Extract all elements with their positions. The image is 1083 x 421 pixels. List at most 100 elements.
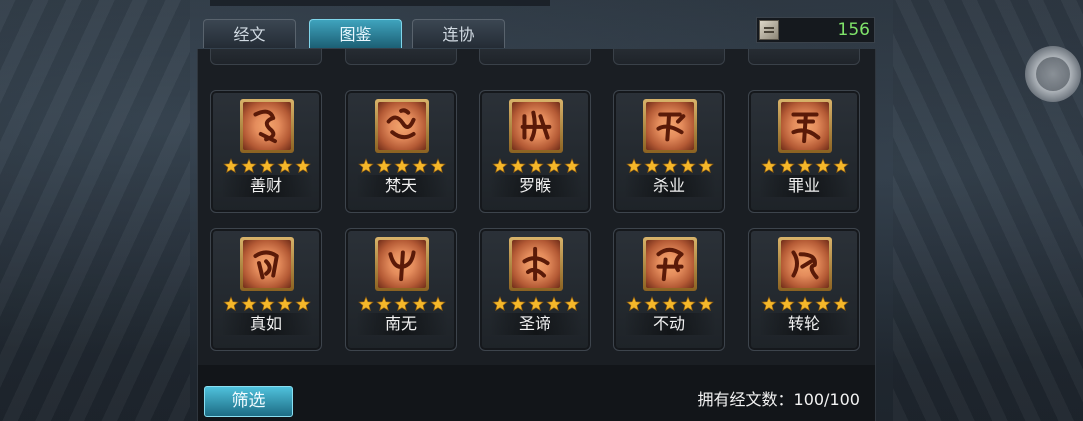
rune-icon <box>375 237 429 291</box>
star-icon <box>564 296 580 312</box>
rune-icon <box>643 237 697 291</box>
star-icon <box>412 296 428 312</box>
left-decoration <box>0 0 190 421</box>
star-icon <box>626 296 642 312</box>
collection-card[interactable]: 罪业 <box>748 90 860 213</box>
top-text-strip <box>210 0 550 6</box>
currency-count: 156 <box>837 20 870 40</box>
star-icon <box>833 158 849 174</box>
filter-button[interactable]: 筛选 <box>204 386 293 417</box>
star-icon <box>546 158 562 174</box>
rune-icon <box>778 99 832 153</box>
star-icon <box>626 158 642 174</box>
star-icon <box>644 158 660 174</box>
card-name: 真如 <box>249 314 282 333</box>
star-icon <box>528 296 544 312</box>
scroll-icon <box>759 20 779 40</box>
collection-card[interactable]: 不动 <box>613 228 725 351</box>
star-rating <box>223 296 311 312</box>
card-name: 不动 <box>652 314 685 333</box>
star-rating <box>492 296 580 312</box>
rune-icon <box>778 237 832 291</box>
collection-card[interactable]: 南无 <box>345 228 457 351</box>
collection-card[interactable]: 善财 <box>210 90 322 213</box>
rune-icon <box>240 237 294 291</box>
partial-card <box>613 49 725 65</box>
star-rating <box>358 296 446 312</box>
tab-collection[interactable]: 图鉴 <box>309 19 402 48</box>
owned-count: 拥有经文数：100/100 <box>697 390 860 409</box>
rune-icon <box>643 99 697 153</box>
star-icon <box>698 296 714 312</box>
star-icon <box>259 296 275 312</box>
rune-icon <box>375 99 429 153</box>
star-icon <box>376 296 392 312</box>
star-icon <box>394 158 410 174</box>
tab-combos[interactable]: 连协 <box>412 19 505 48</box>
star-icon <box>815 296 831 312</box>
star-icon <box>492 296 508 312</box>
star-icon <box>680 296 696 312</box>
star-icon <box>277 158 293 174</box>
star-rating <box>761 158 849 174</box>
star-icon <box>510 296 526 312</box>
collection-card[interactable]: 杀业 <box>613 90 725 213</box>
collection-card[interactable]: 罗睺 <box>479 90 591 213</box>
star-icon <box>797 296 813 312</box>
star-icon <box>295 296 311 312</box>
star-icon <box>492 158 508 174</box>
star-icon <box>277 296 293 312</box>
card-name: 罪业 <box>787 176 820 195</box>
star-icon <box>412 158 428 174</box>
star-rating <box>626 296 714 312</box>
partial-card <box>210 49 322 65</box>
collection-card[interactable]: 转轮 <box>748 228 860 351</box>
star-icon <box>546 296 562 312</box>
star-icon <box>797 158 813 174</box>
star-icon <box>528 158 544 174</box>
star-icon <box>394 296 410 312</box>
collection-card[interactable]: 圣谛 <box>479 228 591 351</box>
star-icon <box>358 296 374 312</box>
card-name: 圣谛 <box>518 314 551 333</box>
star-icon <box>241 296 257 312</box>
card-name: 善财 <box>249 176 282 195</box>
star-icon <box>241 158 257 174</box>
star-icon <box>510 158 526 174</box>
card-name: 罗睺 <box>518 176 551 195</box>
joystick-button[interactable] <box>1025 46 1081 102</box>
star-icon <box>430 296 446 312</box>
star-icon <box>259 158 275 174</box>
collection-card[interactable]: 梵天 <box>345 90 457 213</box>
star-rating <box>492 158 580 174</box>
collection-panel: 善财 梵天 罗睺 杀业 罪业真如 南无 圣谛 不动 转轮 筛选 拥有经文数：100/100 <box>197 49 876 421</box>
star-icon <box>223 296 239 312</box>
star-icon <box>779 296 795 312</box>
card-name: 转轮 <box>787 314 820 333</box>
rune-icon <box>509 99 563 153</box>
tab-scriptures[interactable]: 经文 <box>203 19 296 48</box>
star-icon <box>833 296 849 312</box>
star-icon <box>564 158 580 174</box>
star-icon <box>815 158 831 174</box>
star-icon <box>761 158 777 174</box>
star-icon <box>662 296 678 312</box>
card-name: 杀业 <box>652 176 685 195</box>
card-name: 梵天 <box>384 176 417 195</box>
rune-icon <box>240 99 294 153</box>
card-grid[interactable]: 善财 梵天 罗睺 杀业 罪业真如 南无 圣谛 不动 转轮 <box>198 49 875 365</box>
star-icon <box>779 158 795 174</box>
star-rating <box>358 158 446 174</box>
collection-card[interactable]: 真如 <box>210 228 322 351</box>
star-rating <box>223 158 311 174</box>
star-icon <box>644 296 660 312</box>
partial-card <box>479 49 591 65</box>
bottom-bar: 筛选 拥有经文数：100/100 <box>198 365 875 421</box>
star-rating <box>626 158 714 174</box>
star-icon <box>680 158 696 174</box>
partial-card <box>748 49 860 65</box>
partial-card <box>345 49 457 65</box>
star-icon <box>376 158 392 174</box>
star-icon <box>761 296 777 312</box>
star-icon <box>223 158 239 174</box>
